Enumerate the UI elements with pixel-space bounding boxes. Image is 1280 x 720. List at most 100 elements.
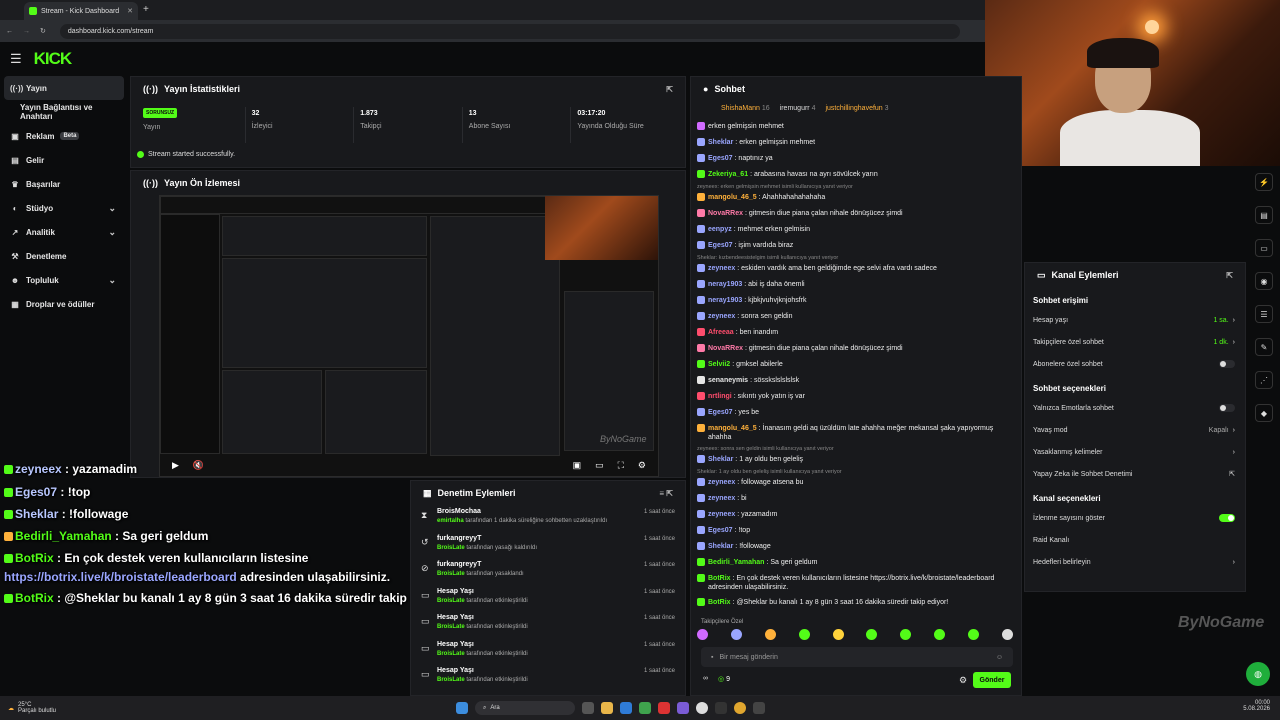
chat-username[interactable]: BotRix: [708, 599, 731, 606]
toggle-switch[interactable]: [1219, 514, 1235, 522]
setting-control[interactable]: 1 sa. ›: [1213, 317, 1235, 324]
chat-username[interactable]: Afreeaa: [708, 329, 734, 336]
sidebar-item-denetleme[interactable]: ⚒ Denetleme: [0, 244, 128, 268]
pip-icon[interactable]: ▣: [573, 460, 582, 471]
setting-row[interactable]: Hesap yaşı 1 sa. ›: [1025, 309, 1245, 331]
reload-icon[interactable]: ↻: [40, 27, 46, 35]
chat-message[interactable]: zeyneex: yazamadım: [697, 507, 1017, 523]
new-tab-icon[interactable]: +: [143, 4, 149, 15]
send-button[interactable]: Gönder: [973, 672, 1011, 688]
chat-message[interactable]: Sheklar: !followage: [697, 539, 1017, 555]
setting-control[interactable]: [1219, 514, 1235, 522]
top-gifter[interactable]: iremugurr 4: [780, 105, 816, 112]
emote-icon[interactable]: [730, 629, 742, 640]
close-tab-icon[interactable]: ✕: [127, 7, 133, 15]
theater-icon[interactable]: ▭: [595, 460, 604, 471]
task-view-icon[interactable]: [582, 702, 594, 714]
chat-message[interactable]: mangolu_46_5: Ahahhahahahahaha: [697, 190, 1017, 206]
chat-message[interactable]: NovaRRex: gitmesin diue piana çalan niha…: [697, 206, 1017, 222]
chat-username[interactable]: BotRix: [708, 575, 731, 582]
chat-username[interactable]: Sheklar: [708, 456, 733, 463]
setting-row[interactable]: Yapay Zeka ile Sohbet Denetimi ⇱: [1025, 463, 1245, 485]
document-icon[interactable]: ▤: [1255, 206, 1273, 224]
chat-message[interactable]: BotRix: En çok destek veren kullanıcılar…: [697, 571, 1017, 595]
chat-username[interactable]: nrtlingi: [708, 393, 732, 400]
chat-message[interactable]: Zekeriya_61: arabasına havası na ayrı sö…: [697, 167, 1017, 183]
chat-username[interactable]: zeyneex: [708, 479, 735, 486]
sidebar-item-gelir[interactable]: ▤ Gelir: [0, 148, 128, 172]
emote-icon[interactable]: [798, 629, 810, 640]
setting-row[interactable]: Yasaklanmış kelimeler ›: [1025, 441, 1245, 463]
chat-message[interactable]: BotRix: @Sheklar bu kanalı 1 ay 8 gün 3 …: [697, 595, 1017, 611]
menu-icon[interactable]: ☰: [10, 51, 22, 67]
top-gifter[interactable]: justchillinghavefun 3: [825, 105, 888, 112]
forward-icon[interactable]: →: [23, 28, 30, 35]
fullscreen-icon[interactable]: ⛶: [618, 460, 624, 471]
setting-control[interactable]: 1 dk. ›: [1213, 339, 1235, 346]
chat-message[interactable]: zeyneex: followage atsena bu: [697, 475, 1017, 491]
chat-username[interactable]: Eges07: [708, 155, 733, 162]
emote-icon[interactable]: [1001, 629, 1013, 640]
chat-username[interactable]: NovaRRex: [708, 210, 743, 217]
chat-message[interactable]: zeyneex: bi: [697, 491, 1017, 507]
chat-username[interactable]: Sheklar: [708, 139, 733, 146]
setting-row[interactable]: Yalnızca Emotlarla sohbet: [1025, 397, 1245, 419]
list-icon[interactable]: ☰: [1255, 305, 1273, 323]
chat-username[interactable]: neray1903: [708, 297, 742, 304]
chat-message[interactable]: Eges07: !top: [697, 523, 1017, 539]
chat-message[interactable]: zeyneex: eskiden vardık ama ben geldiğim…: [697, 261, 1017, 277]
sidebar-item-reklam[interactable]: ▣ Reklam Beta: [0, 124, 128, 148]
chat-message[interactable]: Afreeaa: ben inandım: [697, 325, 1017, 341]
emote-icon[interactable]: [697, 629, 708, 640]
kick-logo[interactable]: KICK: [34, 49, 73, 69]
toggle-switch[interactable]: [1219, 360, 1235, 368]
chat-message[interactable]: Sheklar: 1 ay oldu ben geleliş: [697, 452, 1017, 468]
chat-username[interactable]: zeyneex: [708, 313, 735, 320]
emote-icon[interactable]: [832, 629, 844, 640]
chat-username[interactable]: senaneymis: [708, 377, 748, 384]
windows-start-icon[interactable]: [456, 702, 468, 714]
sidebar-item-studyo[interactable]: ◐ Stüdyo ⌄: [0, 196, 128, 220]
chat-message[interactable]: senaneymis: sösskslslslslsk: [697, 373, 1017, 389]
app-icon[interactable]: [753, 702, 765, 714]
setting-control[interactable]: [1219, 360, 1235, 368]
broadcast-icon[interactable]: ◉: [1255, 272, 1273, 290]
sidebar-item-basarilar[interactable]: ♛ Başarılar: [0, 172, 128, 196]
sidebar-item-yayin[interactable]: ((·)) Yayın: [4, 76, 124, 100]
edge-icon[interactable]: [620, 702, 632, 714]
emote-icon[interactable]: [866, 629, 878, 640]
setting-row[interactable]: Yavaş mod Kapalı ›: [1025, 419, 1245, 441]
chat-settings-icon[interactable]: ⚙: [959, 675, 967, 686]
setting-row[interactable]: Takipçilere özel sohbet 1 dk. ›: [1025, 331, 1245, 353]
clock[interactable]: 00:00 5.08.2026: [1243, 700, 1270, 712]
chat-message[interactable]: Selvii2: gmksel abilerle: [697, 357, 1017, 373]
toggle-switch[interactable]: [1219, 404, 1235, 412]
chat-username[interactable]: eenpyz: [708, 226, 732, 233]
mute-icon[interactable]: 🔇: [193, 460, 204, 471]
app-icon[interactable]: [658, 702, 670, 714]
share-icon[interactable]: ⋰: [1255, 371, 1273, 389]
setting-control[interactable]: ›: [1233, 559, 1235, 566]
chat-message[interactable]: Eges07: naptınız ya: [697, 151, 1017, 167]
file-explorer-icon[interactable]: [601, 702, 613, 714]
chat-message[interactable]: zeyneex: sonra sen geldin: [697, 309, 1017, 325]
chat-message[interactable]: neray1903: kjbkjvuhvjknjohsfrk: [697, 293, 1017, 309]
store-icon[interactable]: [639, 702, 651, 714]
chat-message[interactable]: NovaRRex: gitmesin diue piana çalan niha…: [697, 341, 1017, 357]
chat-username[interactable]: zeyneex: [708, 265, 735, 272]
preview-video[interactable]: ByNoGame ▶ 🔇 ▣ ▭ ⛶ ⚙: [159, 195, 659, 477]
chat-message[interactable]: Sheklar: erken gelmişsin mehmet: [697, 135, 1017, 151]
points-icon[interactable]: ◎ 9: [718, 675, 730, 683]
chat-username[interactable]: Eges07: [708, 242, 733, 249]
taskbar-search[interactable]: ⌕ Ara: [475, 701, 575, 715]
chat-icon[interactable]: ▭: [1255, 239, 1273, 257]
chat-username[interactable]: Eges07: [708, 409, 733, 416]
filter-icon[interactable]: ≡ ⇱: [659, 489, 673, 498]
chat-username[interactable]: mangolu_46_5: [708, 425, 757, 432]
chat-input[interactable]: ▪ Bir mesaj gönderin ☺: [701, 647, 1013, 667]
chat-message[interactable]: Eges07: işim vardıda biraz: [697, 238, 1017, 254]
lightning-icon[interactable]: ⚡: [1255, 173, 1273, 191]
setting-row[interactable]: Abonelere özel sohbet: [1025, 353, 1245, 375]
chat-message[interactable]: erken gelmişsin mehmet: [697, 119, 1017, 135]
chrome-icon[interactable]: [696, 702, 708, 714]
